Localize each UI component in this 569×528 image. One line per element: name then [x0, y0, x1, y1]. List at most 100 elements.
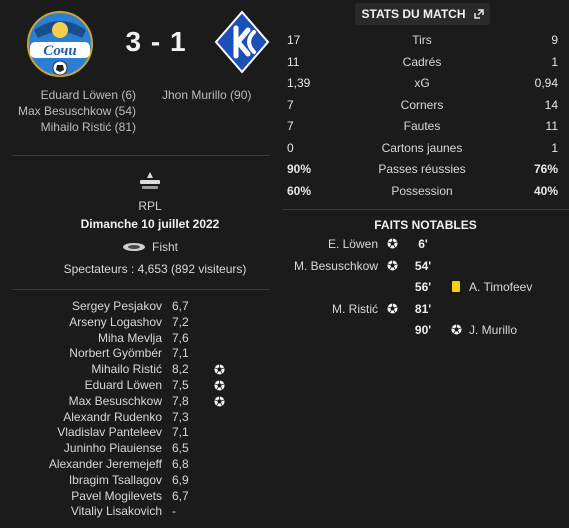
player-name[interactable]: Juninho Piauiense — [64, 441, 162, 457]
away-scorer[interactable]: Jhon Murillo (90) — [162, 87, 251, 103]
competition-logo — [140, 172, 160, 189]
stat-label: Tirs — [412, 33, 432, 47]
player-rating: 8,2 — [172, 362, 189, 377]
player-rating-row[interactable]: Alexandr Rudenko 7,3 — [0, 410, 282, 426]
away-scorers: Jhon Murillo (90) — [162, 87, 251, 103]
football-icon — [214, 396, 225, 407]
player-name[interactable]: Pavel Mogilevets — [71, 489, 162, 505]
stadium[interactable]: Fisht — [122, 240, 178, 254]
stat-away-value: 40% — [533, 184, 558, 198]
player-name[interactable]: Vitaliy Lisakovich — [71, 504, 162, 520]
yellow-card-icon — [452, 281, 460, 292]
stat-row: 17 Tirs 9 — [282, 30, 569, 51]
home-scorer[interactable]: Eduard Löwen (6) — [18, 87, 136, 103]
football-icon — [451, 324, 462, 335]
player-name[interactable]: Ibragim Tsallagov — [69, 473, 162, 489]
stat-row: 0 Cartons jaunes 1 — [282, 138, 569, 159]
match-stats-pane: STATS DU MATCH 17 Tirs 9 11 Cadrés 1 1,39 xG 0,9… — [282, 0, 569, 528]
stat-away-value: 1 — [551, 141, 558, 155]
player-rating: 7,1 — [172, 425, 189, 440]
event-home-player[interactable]: M. Ristić — [332, 298, 378, 320]
player-ratings-list: Sergey Pesjakov 6,7 Arseny Logashov 7,2 Miha… — [0, 299, 282, 520]
event-away-player[interactable]: J. Murillo — [469, 319, 517, 341]
home-logo-text: Сочи — [43, 43, 76, 59]
player-name[interactable]: Max Besuschkow — [69, 394, 162, 410]
event-home-player[interactable]: M. Besuschkow — [294, 255, 378, 277]
away-team-logo[interactable] — [214, 10, 270, 74]
stat-home-value: 17 — [287, 33, 301, 47]
football-icon — [387, 303, 398, 314]
player-name[interactable]: Alexandr Rudenko — [63, 410, 162, 426]
stat-label: Corners — [400, 98, 444, 112]
home-scorer[interactable]: Max Besuschkow (54) — [18, 103, 136, 119]
event-home-player[interactable]: E. Löwen — [328, 233, 378, 255]
event-row: 90' J. Murillo — [282, 319, 569, 341]
football-icon — [387, 238, 398, 249]
stat-label: Cadrés — [402, 55, 442, 69]
event-minute: 56' — [414, 280, 432, 294]
football-icon — [214, 364, 225, 375]
event-minute: 54' — [414, 259, 432, 273]
player-rating: 6,8 — [172, 456, 189, 471]
player-name[interactable]: Eduard Löwen — [85, 378, 162, 394]
event-minute: 81' — [414, 302, 432, 316]
player-name[interactable]: Miha Mevlja — [98, 331, 162, 347]
player-rating-row[interactable]: Norbert Gyömbér 7,1 — [0, 346, 282, 362]
player-rating-row[interactable]: Pavel Mogilevets 6,7 — [0, 489, 282, 505]
stat-row: 1,39 xG 0,94 — [282, 73, 569, 94]
home-team-logo[interactable]: Сочи — [24, 8, 96, 80]
expand-icon — [473, 9, 484, 19]
stat-home-value: 1,39 — [287, 76, 311, 90]
match-stats-button[interactable]: STATS DU MATCH — [355, 3, 490, 25]
home-scorers: Eduard Löwen (6) Max Besuschkow (54) Mih… — [18, 87, 136, 135]
stat-home-value: 7 — [287, 119, 294, 133]
player-name[interactable]: Vladislav Panteleev — [57, 425, 162, 441]
stat-away-value: 14 — [544, 98, 558, 112]
competition-name[interactable]: RPL — [0, 199, 300, 213]
player-name[interactable]: Sergey Pesjakov — [72, 299, 162, 315]
player-rating-row[interactable]: Ibragim Tsallagov 6,9 — [0, 473, 282, 489]
football-icon — [387, 260, 398, 271]
player-rating: 6,9 — [172, 472, 189, 487]
player-rating-row[interactable]: Max Besuschkow 7,8 — [0, 394, 282, 410]
stat-home-value: 11 — [287, 55, 300, 69]
player-rating-row[interactable]: Arseny Logashov 7,2 — [0, 315, 282, 331]
player-rating-row[interactable]: Sergey Pesjakov 6,7 — [0, 299, 282, 315]
player-name[interactable]: Alexander Jeremejeff — [49, 457, 162, 473]
event-row: M. Ristić 81' — [282, 298, 569, 320]
events-title: FAITS NOTABLES — [374, 218, 477, 232]
divider — [282, 209, 569, 210]
match-stats-title: STATS DU MATCH — [361, 7, 466, 21]
event-row: M. Besuschkow 54' — [282, 255, 569, 277]
player-name[interactable]: Norbert Gyömbér — [69, 346, 162, 362]
stat-label: Passes réussies — [378, 162, 466, 176]
player-rating-row[interactable]: Mihailo Ristić 8,2 — [0, 362, 282, 378]
player-rating-row[interactable]: Vitaliy Lisakovich - — [0, 504, 282, 520]
player-rating-row[interactable]: Alexander Jeremejeff 6,8 — [0, 457, 282, 473]
player-rating-row[interactable]: Juninho Piauiense 6,5 — [0, 441, 282, 457]
player-name[interactable]: Mihailo Ristić — [91, 362, 162, 378]
divider — [12, 289, 270, 290]
player-rating: 7,8 — [172, 393, 189, 408]
home-scorer[interactable]: Mihailo Ristić (81) — [18, 119, 136, 135]
stat-home-value: 7 — [287, 98, 294, 112]
event-row: 56' A. Timofeev — [282, 276, 569, 298]
player-rating: 6,7 — [172, 299, 189, 313]
event-row: E. Löwen 6' — [282, 233, 569, 255]
stat-label: Cartons jaunes — [381, 141, 463, 155]
match-summary-pane: Сочи 3 - 1 Eduard Löwen (6) Max Besuschk… — [0, 0, 282, 528]
stadium-name[interactable]: Fisht — [152, 240, 178, 254]
stat-label: Fautes — [403, 119, 441, 133]
stat-row: 60% Possession 40% — [282, 181, 569, 202]
player-rating-row[interactable]: Miha Mevlja 7,6 — [0, 331, 282, 347]
player-rating-row[interactable]: Eduard Löwen 7,5 — [0, 378, 282, 394]
event-away-player[interactable]: A. Timofeev — [469, 276, 532, 298]
player-rating: 7,6 — [172, 330, 189, 345]
player-name[interactable]: Arseny Logashov — [69, 315, 162, 331]
spectators: Spectateurs : 4,653 (892 visiteurs) — [63, 262, 247, 276]
stat-row: 90% Passes réussies 76% — [282, 159, 569, 180]
stat-home-value: 60% — [287, 184, 312, 198]
player-rating: 6,7 — [172, 488, 189, 503]
stat-label: Possession — [391, 184, 453, 198]
player-rating-row[interactable]: Vladislav Panteleev 7,1 — [0, 425, 282, 441]
